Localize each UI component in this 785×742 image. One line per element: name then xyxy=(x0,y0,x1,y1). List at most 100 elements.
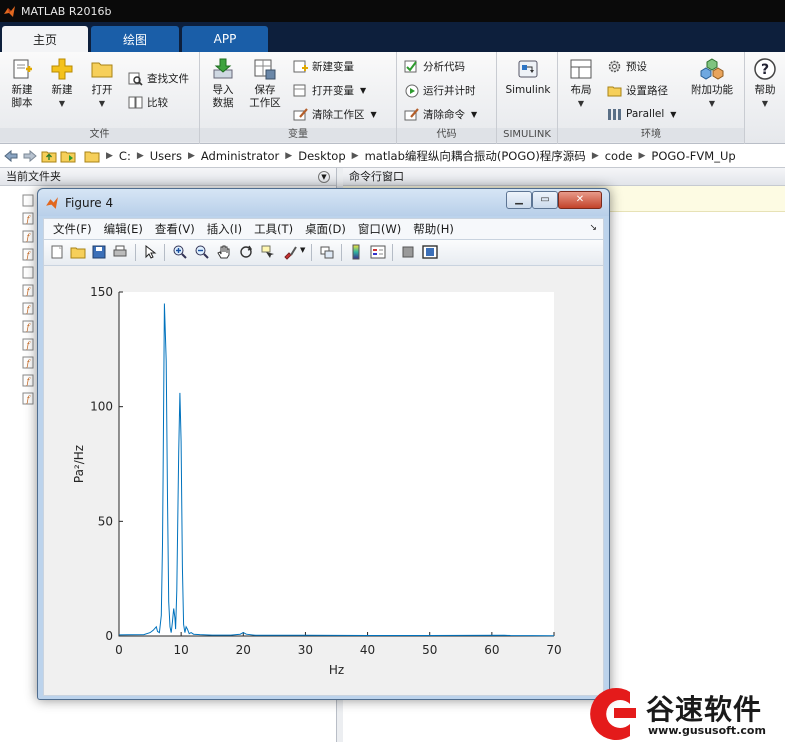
m-file-icon[interactable]: f xyxy=(22,338,34,351)
edit-plot-arrow-icon[interactable] xyxy=(142,244,158,260)
clear-workspace-button[interactable]: 清除工作区 ▼ xyxy=(293,104,377,124)
figure-canvas[interactable]: 0 10 20 30 40 50 60 70 0 50 100 150 Hz Pa²/Hz xyxy=(43,266,604,696)
menu-view[interactable]: 查看(V) xyxy=(155,221,195,237)
menu-help[interactable]: 帮助(H) xyxy=(413,221,454,237)
close-button[interactable]: ✕ xyxy=(558,191,602,209)
brush-dropdown-icon[interactable]: ▼ xyxy=(300,246,305,254)
m-file-icon[interactable]: f xyxy=(22,320,34,333)
breadcrumb-code[interactable]: code xyxy=(605,149,633,163)
axes-background[interactable] xyxy=(119,292,554,636)
print-icon[interactable] xyxy=(112,244,128,260)
layout-label: 布局 xyxy=(570,84,592,96)
save-workspace-button[interactable]: 保存 工作区 xyxy=(245,57,285,110)
forward-arrow-icon[interactable] xyxy=(22,148,38,164)
minimize-button[interactable]: ▁ xyxy=(506,191,532,209)
breadcrumb-administrator[interactable]: Administrator xyxy=(201,149,279,163)
parallel-dropdown-icon[interactable]: ▼ xyxy=(670,110,676,119)
preferences-button[interactable]: 预设 xyxy=(607,56,647,76)
menu-edit[interactable]: 编辑(E) xyxy=(104,221,143,237)
colorbar-icon[interactable] xyxy=(348,244,364,260)
menu-file[interactable]: 文件(F) xyxy=(53,221,92,237)
layout-button[interactable]: 布局 ▼ xyxy=(561,57,601,110)
rotate-3d-icon[interactable] xyxy=(238,244,254,260)
brush-icon[interactable] xyxy=(282,244,298,260)
zoom-out-icon[interactable] xyxy=(194,244,210,260)
panel-actions-dropdown-icon[interactable]: ▼ xyxy=(318,171,330,183)
zoom-in-icon[interactable] xyxy=(172,244,188,260)
new-button[interactable]: 新建 ▼ xyxy=(42,57,82,110)
run-and-time-button[interactable]: 运行并计时 xyxy=(404,80,476,100)
menu-window[interactable]: 窗口(W) xyxy=(358,221,401,237)
save-icon[interactable] xyxy=(91,244,107,260)
open-dropdown-icon[interactable]: ▼ xyxy=(99,99,105,108)
code-section-label: 代码 xyxy=(397,128,496,142)
breadcrumb-desktop[interactable]: Desktop xyxy=(298,149,345,163)
clear-commands-dropdown-icon[interactable]: ▼ xyxy=(471,110,477,119)
psd-plot[interactable]: 0 10 20 30 40 50 60 70 0 50 100 150 Hz Pa²/Hz xyxy=(44,266,603,694)
addons-button[interactable]: 附加功能 ▼ xyxy=(686,57,738,110)
up-folder-icon[interactable] xyxy=(41,148,57,164)
breadcrumb-drive[interactable]: C: xyxy=(119,149,131,163)
link-plot-icon[interactable] xyxy=(319,244,335,260)
ribbon-tab-strip: 主页 绘图 APP xyxy=(0,22,785,52)
import-data-icon xyxy=(213,58,233,79)
m-file-icon[interactable]: f xyxy=(22,284,34,297)
open-variable-dropdown-icon[interactable]: ▼ xyxy=(360,86,366,95)
addons-dropdown-icon[interactable]: ▼ xyxy=(709,99,715,108)
m-file-icon[interactable]: f xyxy=(22,392,34,405)
compare-button[interactable]: 比较 xyxy=(128,92,168,112)
analyze-code-button[interactable]: 分析代码 xyxy=(404,56,465,76)
open-button[interactable]: 打开 ▼ xyxy=(82,57,122,110)
m-file-icon[interactable]: f xyxy=(22,356,34,369)
legend-icon[interactable] xyxy=(370,244,386,260)
breadcrumb-pogo[interactable]: POGO-FVM_Up xyxy=(651,149,735,163)
show-plot-tools-icon[interactable] xyxy=(422,244,438,260)
set-path-button[interactable]: 设置路径 xyxy=(607,80,668,100)
breadcrumb-project[interactable]: matlab编程纵向耦合振动(POGO)程序源码 xyxy=(365,148,586,164)
clear-workspace-dropdown-icon[interactable]: ▼ xyxy=(371,110,377,119)
toolbar-separator xyxy=(135,244,136,261)
new-script-button[interactable]: 新建 脚本 xyxy=(2,57,42,110)
dock-arrow-icon[interactable]: ↘ xyxy=(589,223,597,233)
parallel-button[interactable]: Parallel ▼ xyxy=(607,104,676,124)
menu-tools[interactable]: 工具(T) xyxy=(254,221,293,237)
hide-plot-tools-icon[interactable] xyxy=(400,244,416,260)
figure-window[interactable]: Figure 4 ▁ ▭ ✕ 文件(F) 编辑(E) 查看(V) 插入(I) 工… xyxy=(37,188,610,700)
pan-hand-icon[interactable] xyxy=(216,244,232,260)
layout-dropdown-icon[interactable]: ▼ xyxy=(578,99,584,108)
tab-apps[interactable]: APP xyxy=(182,26,268,52)
open-file-icon[interactable] xyxy=(70,244,86,260)
clear-commands-button[interactable]: 清除命令 ▼ xyxy=(404,104,477,124)
m-file-icon[interactable]: f xyxy=(22,302,34,315)
open-variable-button[interactable]: 打开变量 ▼ xyxy=(293,80,366,100)
file-icon[interactable] xyxy=(22,266,34,279)
simulink-button[interactable]: Simulink xyxy=(502,57,554,97)
simulink-section: Simulink SIMULINK xyxy=(497,52,558,144)
figure-title-bar[interactable]: Figure 4 ▁ ▭ ✕ xyxy=(38,189,609,216)
x-tick-label: 30 xyxy=(298,643,313,657)
new-figure-icon[interactable] xyxy=(49,244,65,260)
breadcrumb-separator: ▶ xyxy=(285,150,293,161)
import-data-button[interactable]: 导入 数据 xyxy=(203,57,243,110)
m-file-icon[interactable]: f xyxy=(22,374,34,387)
new-variable-button[interactable]: 新建变量 xyxy=(293,56,354,76)
back-arrow-icon[interactable] xyxy=(3,148,19,164)
tab-home[interactable]: 主页 xyxy=(2,26,88,52)
menu-insert[interactable]: 插入(I) xyxy=(207,221,242,237)
find-files-button[interactable]: 查找文件 xyxy=(128,68,189,88)
data-cursor-icon[interactable] xyxy=(260,244,276,260)
help-button[interactable]: ? 帮助 ▼ xyxy=(745,57,785,110)
new-dropdown-icon[interactable]: ▼ xyxy=(59,99,65,108)
m-file-icon[interactable]: f xyxy=(22,230,34,243)
file-section-label: 文件 xyxy=(0,128,199,142)
file-icon[interactable] xyxy=(22,194,34,207)
help-dropdown-icon[interactable]: ▼ xyxy=(762,99,768,108)
menu-desktop[interactable]: 桌面(D) xyxy=(305,221,346,237)
m-file-icon[interactable]: f xyxy=(22,248,34,261)
address-bar: ▶ C: ▶ Users ▶ Administrator ▶ Desktop ▶… xyxy=(0,144,785,168)
tab-plots[interactable]: 绘图 xyxy=(91,26,179,52)
breadcrumb-users[interactable]: Users xyxy=(150,149,182,163)
browse-folder-icon[interactable] xyxy=(60,148,76,164)
maximize-button[interactable]: ▭ xyxy=(532,191,558,209)
m-file-icon[interactable]: f xyxy=(22,212,34,225)
